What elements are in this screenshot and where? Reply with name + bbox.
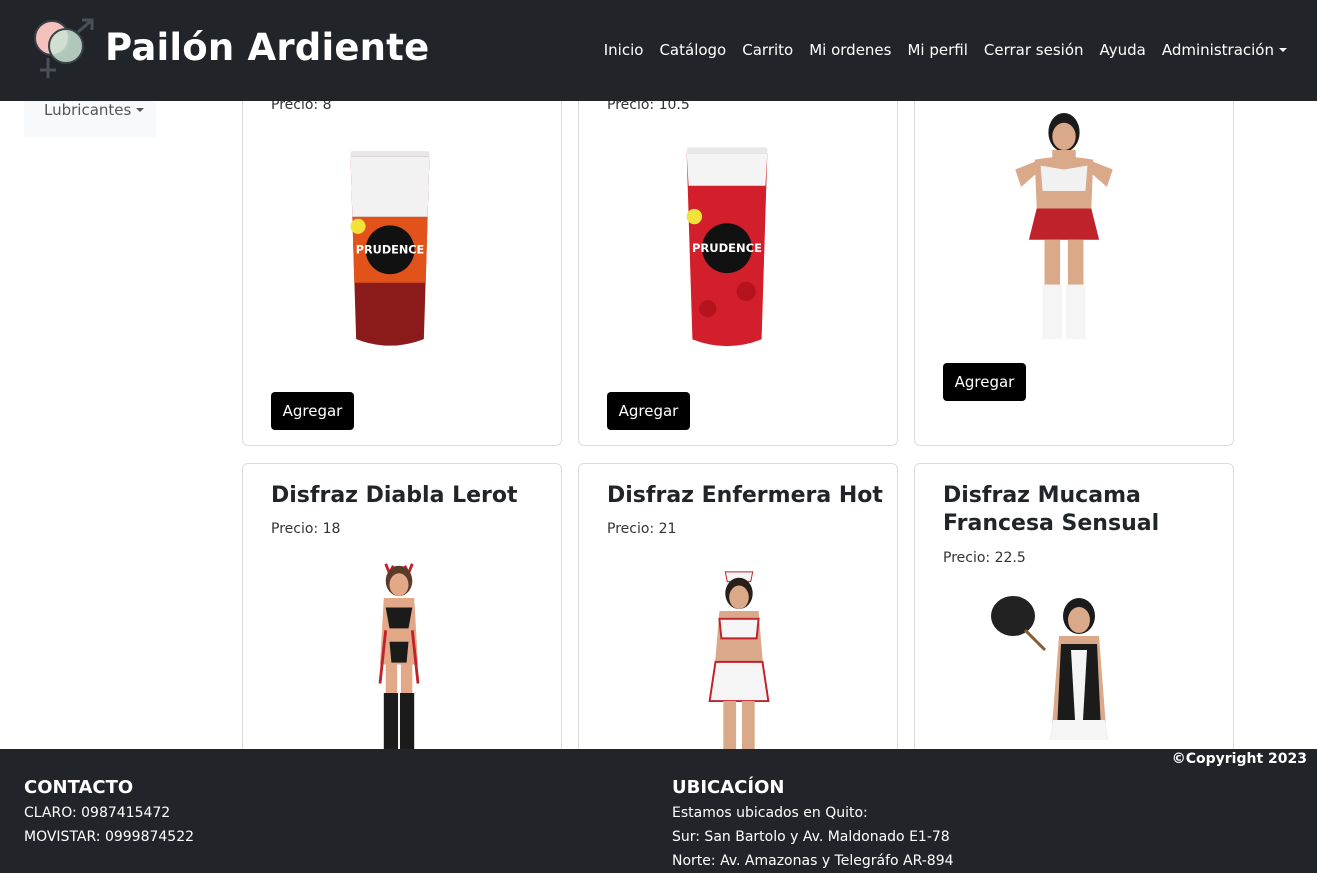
product-card: Disfraz Diabla Lerot Precio: 18	[242, 463, 562, 783]
location-city: Estamos ubicados en Quito:	[672, 805, 868, 821]
caret-down-icon	[136, 108, 145, 112]
nav-mis-ordenes[interactable]: Mi ordenes	[809, 41, 891, 59]
product-card: Agregar	[914, 60, 1234, 446]
contact-claro: CLARO: 0987415472	[24, 805, 171, 821]
product-card: Disfraz Mucama Francesa Sensual Precio: …	[914, 463, 1234, 783]
nurse-costume-photo	[708, 571, 770, 750]
add-to-cart-button[interactable]: Agregar	[607, 392, 690, 430]
nav-ayuda[interactable]: Ayuda	[1100, 41, 1146, 59]
svg-text:PRUDENCE: PRUDENCE	[356, 244, 425, 257]
nav-carrito[interactable]: Carrito	[742, 41, 793, 59]
maid-costume-photo	[991, 596, 1109, 740]
devil-costume-photo	[378, 563, 420, 750]
prudence-fire-gel-tube: PRUDENCE	[350, 151, 430, 346]
contact-heading: CONTACTO	[24, 777, 134, 798]
caret-down-icon	[1279, 48, 1287, 52]
nav-inicio[interactable]: Inicio	[604, 41, 644, 59]
add-to-cart-button[interactable]: Agregar	[943, 363, 1026, 401]
navbar: Pailón Ardiente Inicio Catálogo Carrito …	[0, 0, 1317, 101]
gender-symbols-icon[interactable]	[30, 18, 98, 80]
nav-catalogo[interactable]: Catálogo	[659, 41, 726, 59]
footer: ©Copyright 2023 CONTACTO CLARO: 09874154…	[0, 749, 1317, 873]
nav-administracion-label: Administración	[1161, 41, 1274, 59]
nav-administracion-dropdown[interactable]: Administración	[1162, 41, 1287, 59]
product-price: Precio: 21	[607, 521, 677, 537]
product-card: Disfraz Enfermera Hot Precio: 21	[578, 463, 898, 783]
prudence-strawberry-gel-tube: PRUDENCE	[686, 147, 768, 347]
location-south: Sur: San Bartolo y Av. Maldonado E1-78	[672, 829, 950, 845]
nav-cerrar-sesion[interactable]: Cerrar sesión	[984, 41, 1084, 59]
contact-section: CONTACTO CLARO: 0987415472 MOVISTAR: 099…	[24, 777, 194, 849]
nav-mi-perfil[interactable]: Mi perfil	[907, 41, 967, 59]
product-card: Precio: 10.5 PRUDENCE Agregar	[578, 60, 898, 446]
location-north: Norte: Av. Amazonas y Telegráfo AR-894	[672, 853, 954, 869]
nav-links: Inicio Catálogo Carrito Mi ordenes Mi pe…	[604, 41, 1287, 59]
copyright-text: ©Copyright 2023	[1171, 751, 1307, 767]
product-title: Disfraz Mucama Francesa Sensual	[943, 483, 1160, 536]
brand-name[interactable]: Pailón Ardiente	[105, 26, 429, 69]
product-price: Precio: 22.5	[943, 550, 1026, 566]
svg-text:PRUDENCE: PRUDENCE	[692, 241, 762, 255]
product-title: Disfraz Enfermera Hot	[607, 483, 883, 508]
location-heading: UBICACÍON	[672, 777, 785, 798]
category-dropdown-label: Lubricantes	[44, 101, 132, 119]
product-card: Precio: 8 PRUDENCE Agregar	[242, 60, 562, 446]
product-title: Disfraz Diabla Lerot	[271, 483, 518, 508]
product-price: Precio: 18	[271, 521, 341, 537]
schoolgirl-costume-photo	[1015, 112, 1113, 340]
contact-movistar: MOVISTAR: 0999874522	[24, 829, 195, 845]
location-section: UBICACÍON Estamos ubicados en Quito: Sur…	[672, 777, 954, 873]
add-to-cart-button[interactable]: Agregar	[271, 392, 354, 430]
